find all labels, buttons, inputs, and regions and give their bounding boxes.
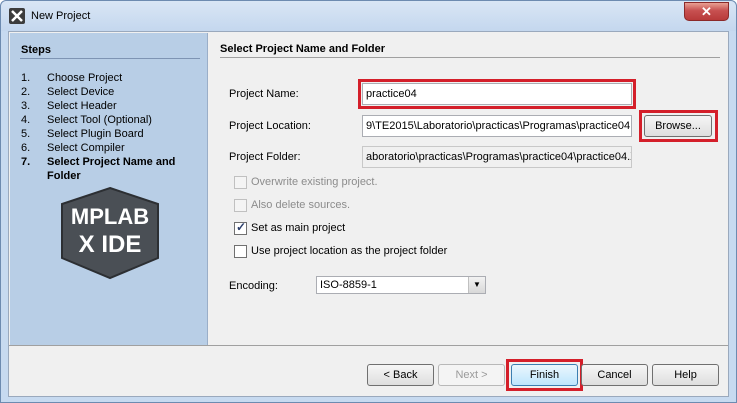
mplab-app-icon (9, 8, 25, 24)
content-divider (220, 57, 720, 58)
help-button-label: Help (674, 369, 697, 381)
overwrite-checkbox[interactable] (234, 176, 247, 189)
steps-panel: Steps 1. Choose Project 2. Select Device 3… (10, 33, 208, 345)
step-number: 7. (21, 156, 31, 168)
browse-button[interactable]: Browse... (644, 115, 712, 137)
footer-divider (9, 345, 728, 346)
step-label: Select Device (47, 86, 115, 98)
step-number: 2. (21, 86, 31, 98)
next-button[interactable]: Next > (438, 364, 505, 386)
use-location-checkbox[interactable] (234, 245, 247, 258)
back-button-label: < Back (383, 369, 418, 381)
step-label: Select Header (47, 100, 117, 112)
project-name-label: Project Name: (229, 88, 299, 100)
project-folder-label: Project Folder: (229, 151, 301, 163)
also-delete-label: Also delete sources. (251, 199, 351, 211)
set-main-project-checkbox[interactable]: ✓ (234, 220, 247, 235)
mplab-x-ide-logo: MPLAB X IDE (61, 186, 159, 280)
wizard-client: Steps 1. Choose Project 2. Select Device 3… (8, 31, 729, 397)
content-title: Select Project Name and Folder (220, 43, 386, 55)
browse-button-label: Browse... (655, 120, 701, 132)
overwrite-label: Overwrite existing project. (251, 176, 378, 188)
project-location-label: Project Location: (229, 120, 311, 132)
close-button[interactable]: ✕ (684, 2, 729, 21)
new-project-window: New Project ✕ Steps 1. Choose Project 2. S… (0, 0, 737, 403)
step-label: Select Compiler (47, 142, 125, 154)
step-item: 2. Select Device (21, 85, 201, 99)
encoding-value: ISO-8859-1 (320, 279, 377, 291)
step-label: Choose Project (47, 72, 123, 84)
step-number: 4. (21, 114, 31, 126)
step-item: 4. Select Tool (Optional) (21, 113, 201, 127)
logo-text-mplab: MPLAB (71, 204, 149, 229)
next-button-label: Next > (455, 369, 488, 381)
also-delete-checkbox[interactable] (234, 199, 247, 212)
use-location-label: Use project location as the project fold… (251, 245, 448, 257)
checkmark-icon: ✓ (236, 220, 247, 234)
project-location-input[interactable]: 9\TE2015\Laboratorio\practicas\Programas… (362, 115, 632, 137)
project-name-input[interactable]: practice04 (362, 83, 632, 105)
step-item: 5. Select Plugin Board (21, 127, 201, 141)
step-number: 3. (21, 100, 31, 112)
step-number: 6. (21, 142, 31, 154)
project-name-form: Project Name: practice04 Project Locatio… (220, 65, 720, 345)
cancel-button-label: Cancel (597, 369, 632, 381)
logo-text-xide: X IDE (79, 231, 142, 258)
finish-button[interactable]: Finish (511, 364, 578, 386)
step-label: Select Plugin Board (47, 128, 144, 140)
step-item: 3. Select Header (21, 99, 201, 113)
steps-list: 1. Choose Project 2. Select Device 3. Selec… (21, 71, 201, 183)
step-number: 5. (21, 128, 31, 140)
steps-title: Steps (21, 44, 51, 56)
step-number: 1. (21, 72, 31, 84)
cancel-button[interactable]: Cancel (581, 364, 648, 386)
step-item-current: 7. Select Project Name and Folder (21, 155, 201, 183)
steps-divider (20, 58, 200, 59)
chevron-down-icon[interactable]: ▼ (468, 277, 485, 293)
window-title: New Project (31, 10, 91, 22)
back-button[interactable]: < Back (367, 364, 434, 386)
step-label: Select Tool (Optional) (47, 114, 152, 126)
encoding-label: Encoding: (229, 280, 278, 292)
help-button[interactable]: Help (652, 364, 719, 386)
step-item: 1. Choose Project (21, 71, 201, 85)
encoding-select[interactable]: ISO-8859-1 ▼ (316, 276, 486, 294)
step-label: Select Project Name and Folder (47, 156, 176, 182)
step-item: 6. Select Compiler (21, 141, 201, 155)
set-main-project-label: Set as main project (251, 222, 346, 234)
finish-button-label: Finish (529, 369, 560, 381)
project-folder-field[interactable]: aboratorio\practicas\Programas\practice0… (362, 146, 632, 168)
title-bar[interactable]: New Project ✕ (1, 1, 736, 31)
